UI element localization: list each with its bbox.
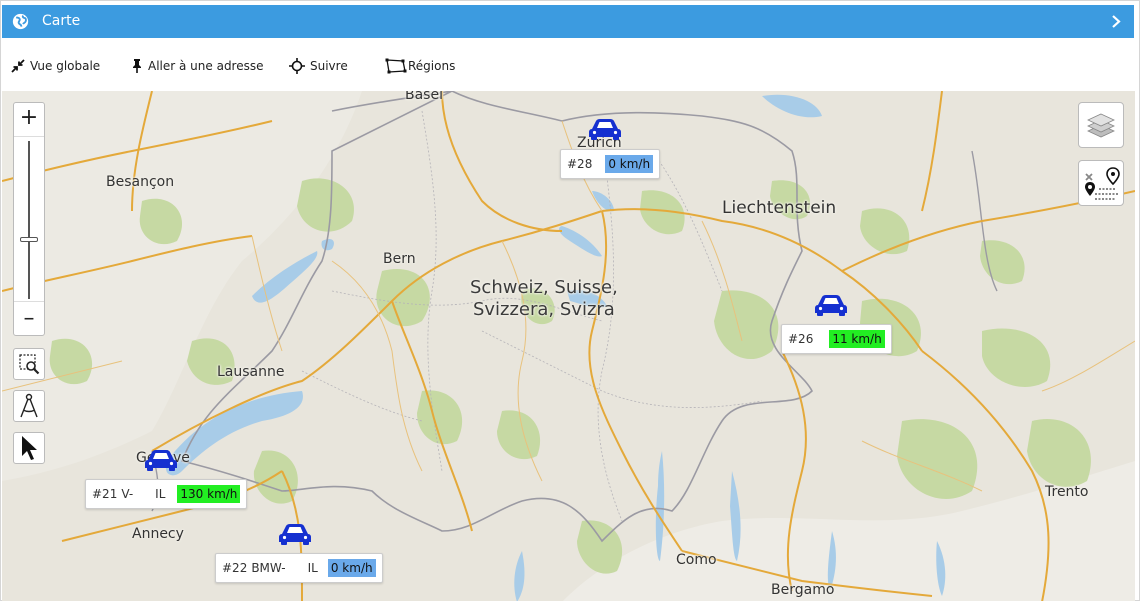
route-pins-icon bbox=[1085, 167, 1120, 200]
place-switzerland-line1: Schweiz, Suisse, bbox=[470, 277, 618, 298]
place-lausanne: Lausanne bbox=[217, 364, 285, 380]
zoom-control: + – bbox=[13, 102, 45, 336]
vehicle-21-tag: IL bbox=[155, 487, 166, 501]
route-button[interactable] bbox=[1078, 160, 1124, 206]
vehicle-21-car-icon[interactable] bbox=[145, 449, 177, 471]
vehicle-26-car-icon[interactable] bbox=[815, 294, 847, 316]
place-liechtenstein: Liechtenstein bbox=[722, 198, 837, 218]
place-basel: Basel bbox=[405, 91, 443, 103]
place-besancon: Besançon bbox=[106, 174, 175, 190]
zoom-out-button[interactable]: – bbox=[14, 306, 44, 334]
vehicle-22-id: #22 bbox=[222, 561, 248, 575]
vehicle-28-speed: 0 km/h bbox=[605, 155, 654, 173]
place-annecy: Annecy bbox=[132, 526, 184, 542]
chevron-right-icon[interactable] bbox=[1110, 14, 1122, 29]
goto-address-label: Aller à une adresse bbox=[148, 59, 264, 73]
layers-icon bbox=[1087, 113, 1115, 138]
pin-icon bbox=[133, 59, 141, 73]
crosshair-icon bbox=[289, 58, 305, 74]
follow-label: Suivre bbox=[310, 59, 348, 73]
panel-title: Carte bbox=[42, 13, 81, 29]
map-canvas[interactable]: Basel Zurich Besançon Liechtenstein Bern… bbox=[2, 91, 1135, 601]
vehicle-22-speed: 0 km/h bbox=[327, 559, 376, 577]
place-trento: Trento bbox=[1045, 484, 1089, 500]
cursor-arrow-icon bbox=[22, 436, 37, 460]
vehicle-21-speed: 130 km/h bbox=[177, 485, 241, 503]
regions-label: Régions bbox=[408, 59, 456, 73]
overview-label: Vue globale bbox=[30, 59, 101, 73]
region-polygon-icon bbox=[385, 58, 407, 74]
place-bern: Bern bbox=[383, 251, 416, 267]
place-switzerland-line2: Svizzera, Svizra bbox=[472, 299, 615, 320]
zoom-box-icon bbox=[19, 354, 40, 375]
vehicle-22-tag: IL bbox=[307, 561, 318, 575]
vehicle-28-id: #28 bbox=[567, 157, 593, 171]
vehicle-28-car-icon[interactable] bbox=[589, 118, 621, 140]
layers-button[interactable] bbox=[1078, 102, 1124, 148]
place-switzerland: Schweiz, Suisse, Svizzera, Svizra bbox=[470, 277, 618, 321]
compass-icon bbox=[20, 393, 38, 418]
select-button[interactable] bbox=[13, 432, 45, 464]
zoom-slider[interactable] bbox=[14, 136, 44, 302]
vehicle-21-label[interactable]: #21 V- IL 130 km/h bbox=[85, 479, 248, 509]
overview-button[interactable]: Vue globale bbox=[11, 57, 100, 75]
map-toolbar: Vue globale Aller à une adresse Suivre R… bbox=[2, 39, 1134, 91]
vehicle-26-speed: 11 km/h bbox=[829, 330, 885, 348]
vehicle-22-name: BMW- bbox=[251, 561, 286, 575]
zoom-in-button[interactable]: + bbox=[14, 105, 44, 133]
vehicle-21-id: #21 bbox=[92, 487, 118, 501]
zoom-box-button[interactable] bbox=[13, 348, 45, 380]
follow-button[interactable]: Suivre bbox=[289, 57, 348, 75]
place-bergamo: Bergamo bbox=[771, 582, 835, 598]
map-panel: Carte Vue globale Aller à une adresse Su… bbox=[0, 0, 1140, 601]
collapse-arrows-icon bbox=[11, 59, 25, 73]
vehicle-22-label[interactable]: #22 BMW- IL 0 km/h bbox=[215, 553, 383, 583]
place-como: Como bbox=[676, 552, 717, 568]
vehicle-22-car-icon[interactable] bbox=[279, 523, 311, 545]
measure-button[interactable] bbox=[13, 390, 45, 422]
zoom-slider-handle[interactable] bbox=[20, 237, 38, 242]
zoom-slider-track bbox=[28, 141, 30, 299]
vehicle-21-name: V- bbox=[121, 487, 134, 501]
panel-header: Carte bbox=[2, 5, 1134, 38]
regions-button[interactable]: Régions bbox=[385, 57, 455, 75]
vehicle-26-label[interactable]: #26 11 km/h bbox=[781, 324, 892, 354]
globe-icon bbox=[12, 13, 29, 30]
goto-address-button[interactable]: Aller à une adresse bbox=[131, 57, 264, 75]
vehicle-26-id: #26 bbox=[788, 332, 814, 346]
vehicle-28-label[interactable]: #28 0 km/h bbox=[560, 149, 661, 179]
